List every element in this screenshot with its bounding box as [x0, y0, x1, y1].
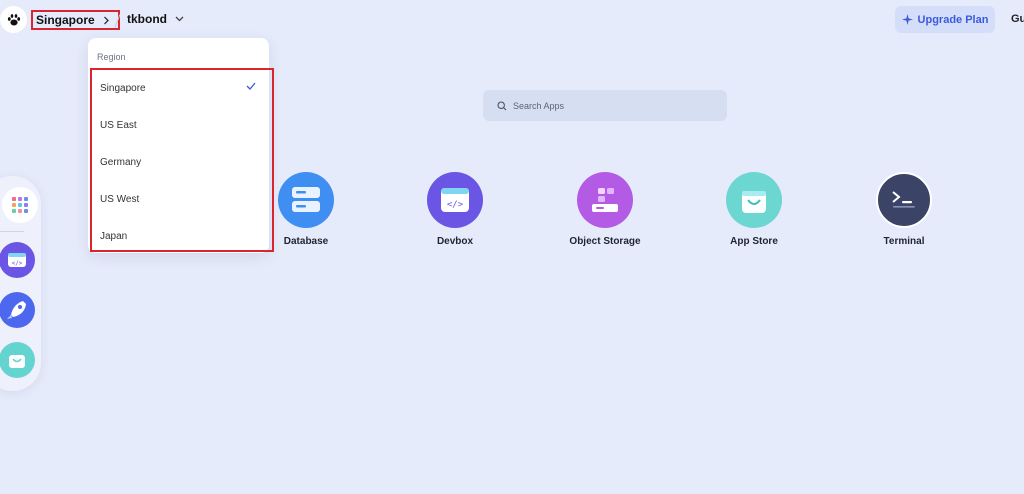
paw-icon: [7, 13, 20, 25]
region-dropdown-title: Region: [97, 52, 126, 62]
svg-text:</>: </>: [12, 260, 23, 267]
region-option-singapore[interactable]: Singapore: [92, 70, 272, 107]
region-option-us-west[interactable]: US West: [92, 181, 272, 218]
upgrade-plan-button[interactable]: Upgrade Plan: [895, 6, 995, 33]
region-options-list: Singapore US East Germany US West Japan: [90, 68, 274, 252]
app-label: Terminal: [883, 236, 925, 247]
left-dock: </>: [0, 176, 41, 391]
workspace-label: tkbond: [127, 12, 167, 26]
search-input[interactable]: [513, 100, 703, 111]
region-option-japan[interactable]: Japan: [92, 218, 272, 255]
app-label: Database: [283, 236, 329, 247]
app-devbox[interactable]: </> Devbox: [405, 172, 505, 247]
chevron-right-icon: [103, 16, 110, 25]
region-selector-button[interactable]: Singapore: [31, 10, 121, 30]
shopping-bag-icon: [9, 355, 25, 368]
app-terminal[interactable]: Terminal: [854, 172, 954, 247]
app-label: Devbox: [436, 236, 474, 247]
dock-app-store[interactable]: [0, 342, 35, 378]
dock-app-grid[interactable]: [2, 187, 38, 223]
app-app-store[interactable]: App Store: [704, 172, 804, 247]
svg-text:</>: </>: [447, 200, 464, 210]
app-object-storage[interactable]: Object Storage: [555, 172, 655, 247]
logo[interactable]: [0, 6, 27, 33]
check-icon: [246, 82, 256, 90]
app-database[interactable]: Database: [256, 172, 356, 247]
dock-divider: [0, 231, 24, 232]
rocket-icon: [7, 301, 26, 319]
app-label: App Store: [730, 236, 778, 247]
region-option-germany[interactable]: Germany: [92, 144, 272, 181]
devbox-icon: </>: [8, 253, 26, 267]
search-icon: [497, 100, 507, 110]
devbox-icon: </>: [427, 172, 483, 228]
chevron-down-icon: [175, 16, 184, 22]
region-selector-label: Singapore: [36, 13, 95, 27]
search-bar[interactable]: [483, 90, 727, 121]
guide-button-truncated[interactable]: Gu: [1011, 13, 1024, 25]
region-option-us-east[interactable]: US East: [92, 107, 272, 144]
terminal-icon: [876, 172, 932, 228]
app-store-icon: [726, 172, 782, 228]
upgrade-plan-label: Upgrade Plan: [917, 13, 989, 26]
app-grid-icon: [12, 197, 28, 213]
region-dropdown: Region Singapore US East Germany US West…: [88, 38, 274, 253]
object-storage-icon: [577, 172, 633, 228]
app-label: Object Storage: [569, 236, 641, 247]
dock-rocket[interactable]: [0, 292, 35, 328]
database-icon: [278, 172, 334, 228]
sparkle-icon: [901, 14, 913, 25]
workspace-selector-button[interactable]: tkbond: [127, 12, 184, 26]
breadcrumb-separator: [114, 14, 121, 28]
dock-devbox[interactable]: </>: [0, 242, 35, 278]
